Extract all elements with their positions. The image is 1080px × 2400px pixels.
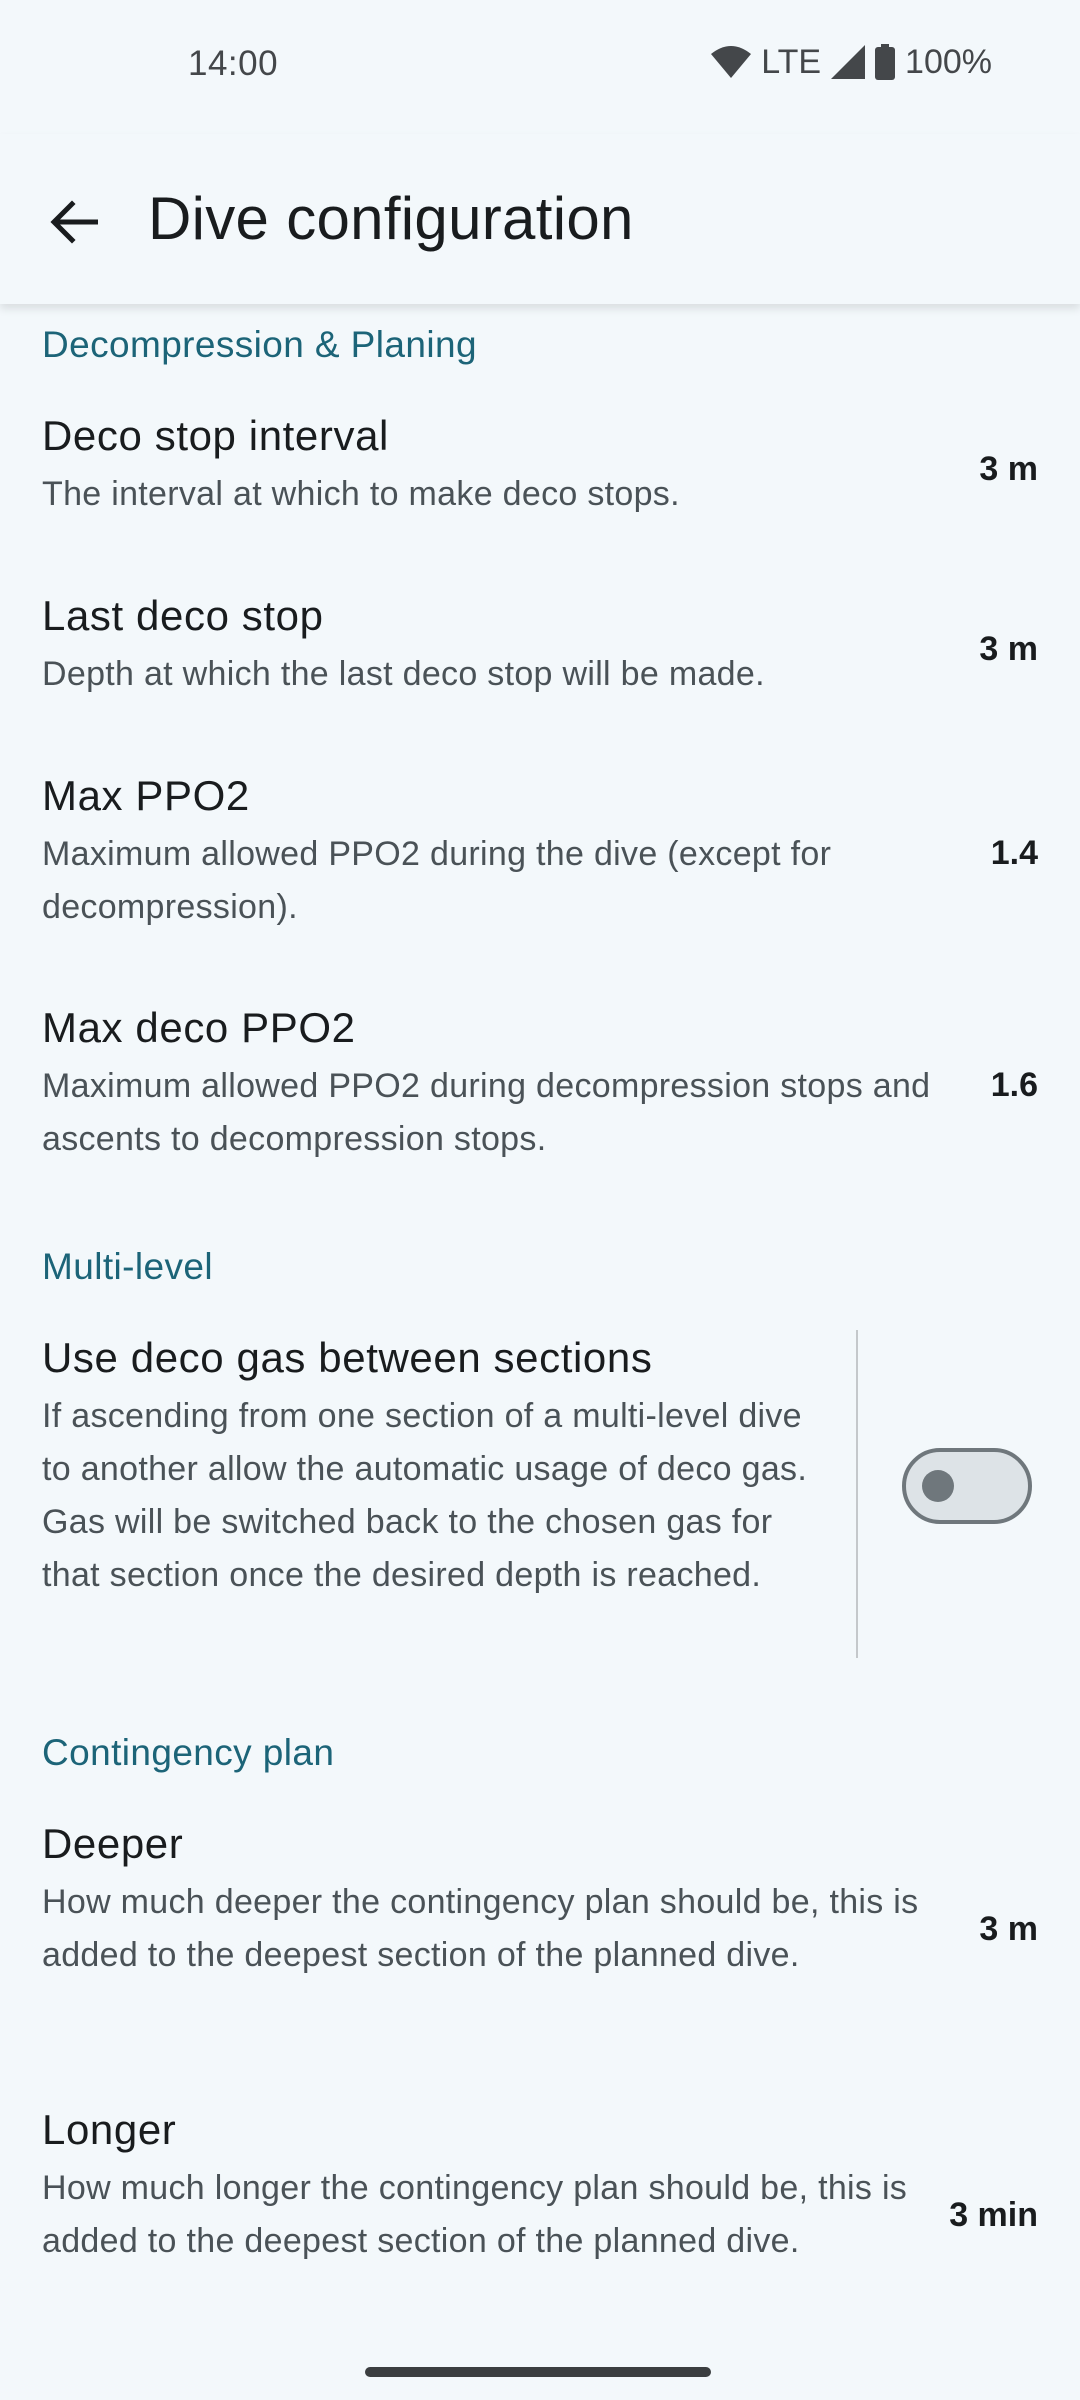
pref-summary: Maximum allowed PPO2 during the dive (ex… [42,835,832,926]
section-title-multilevel: Multi-level [42,1246,213,1287]
section-title-deco: Decompression & Planing [42,324,477,365]
back-button[interactable] [34,184,114,264]
pref-value: 3 m [979,630,1038,668]
pref-max-deco-ppo2[interactable]: Max deco PPO2 Maximum allowed PPO2 durin… [0,1004,1080,1204]
pref-value: 1.4 [990,834,1038,872]
pref-summary: The interval at which to make deco stops… [42,475,680,513]
app-bar: Dive configuration [0,134,1080,304]
pref-deco-gas-between-sections[interactable]: Use deco gas between sections If ascendi… [0,1330,1080,1658]
battery-icon [875,44,896,80]
pref-value: 3 min [949,2196,1038,2234]
status-time: 14:00 [188,44,279,83]
battery-level: 100% [905,42,992,81]
pref-deco-stop-interval[interactable]: Deco stop interval The interval at which… [0,412,1080,562]
pref-value: 1.6 [990,1066,1038,1104]
pref-summary: Depth at which the last deco stop will b… [42,655,765,693]
pref-summary: Maximum allowed PPO2 during decompressio… [42,1067,931,1158]
pref-summary: How much deeper the contingency plan sho… [42,1883,919,1974]
section-title-contingency: Contingency plan [42,1732,335,1773]
pref-summary: If ascending from one section of a multi… [42,1397,808,1594]
pref-value: 3 m [979,1910,1038,1948]
gesture-navigation-bar[interactable] [365,2367,711,2377]
network-type: LTE [761,42,822,81]
pref-title: Longer [42,2106,177,2153]
pref-title: Deeper [42,1820,184,1867]
page-title: Dive configuration [148,185,634,252]
pref-value: 3 m [979,450,1038,488]
toggle-divider [856,1330,858,1658]
pref-deeper[interactable]: Deeper How much deeper the contingency p… [0,1820,1080,2050]
pref-title: Max deco PPO2 [42,1004,356,1051]
pref-last-deco-stop[interactable]: Last deco stop Depth at which the last d… [0,592,1080,742]
pref-title: Last deco stop [42,592,324,639]
pref-title: Max PPO2 [42,772,250,819]
pref-summary: How much longer the contingency plan sho… [42,2169,908,2260]
status-icons: LTE 100% [711,40,992,84]
pref-title: Use deco gas between sections [42,1334,653,1381]
signal-icon [831,45,866,79]
toggle-knob [922,1470,954,1502]
pref-max-ppo2[interactable]: Max PPO2 Maximum allowed PPO2 during the… [0,772,1080,972]
status-bar: 14:00 LTE 100% [0,0,1080,134]
pref-longer[interactable]: Longer How much longer the contingency p… [0,2106,1080,2336]
arrow-back-icon [50,199,99,249]
pref-title: Deco stop interval [42,412,389,459]
wifi-icon [711,46,752,78]
deco-gas-toggle[interactable] [902,1448,1032,1524]
